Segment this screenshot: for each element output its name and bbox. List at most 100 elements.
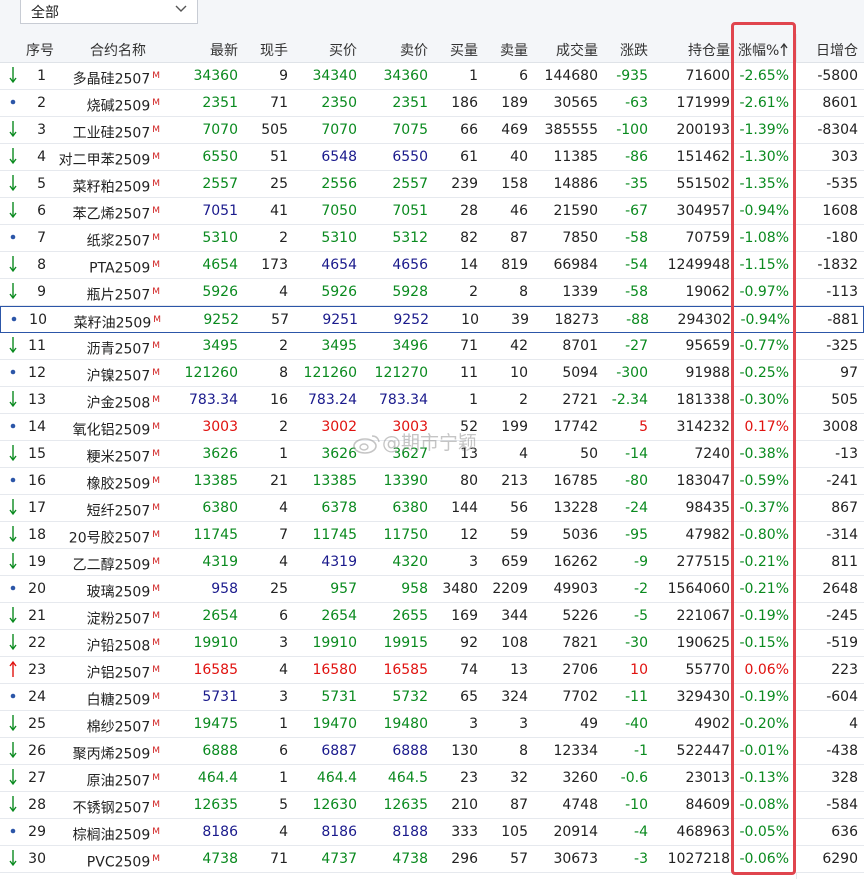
contract-name-text: 短纤2507 bbox=[86, 503, 151, 520]
ask-price: 13390 bbox=[383, 473, 428, 489]
ask-price: 2655 bbox=[392, 608, 428, 624]
ask-volume: 4 bbox=[519, 446, 528, 462]
table-row[interactable]: 10 菜籽油2509 M 9252 57 9251 9252 10 39 18273 -88 2943… bbox=[0, 306, 864, 333]
price-change: -300 bbox=[616, 365, 648, 381]
bid-volume: 66 bbox=[460, 122, 478, 138]
price-change: -24 bbox=[625, 500, 648, 516]
table-row[interactable]: 22 沪铅2508 M 19910 3 19910 19915 92 108 7821 -30 190… bbox=[0, 630, 864, 657]
header-pct[interactable]: 涨幅% bbox=[738, 40, 794, 60]
table-row[interactable]: 8 PTA2509 M 4654 173 4654 4656 14 819 66984 -54 124… bbox=[0, 252, 864, 279]
current-hand: 2 bbox=[279, 419, 288, 435]
last-price: 3626 bbox=[202, 446, 238, 462]
contract-name-text: 多晶硅2507 bbox=[72, 71, 151, 88]
oi-increase: -325 bbox=[826, 338, 858, 354]
current-hand: 71 bbox=[270, 851, 288, 867]
bid-volume: 144 bbox=[451, 500, 478, 516]
header-bid-vol[interactable]: 买量 bbox=[430, 40, 478, 60]
change-percent: -0.37% bbox=[739, 500, 789, 516]
bid-price: 2350 bbox=[321, 95, 357, 111]
contract-name: 纸浆2507 M bbox=[50, 229, 160, 251]
price-change: -4 bbox=[634, 824, 648, 840]
contract-name: 多晶硅2507 M bbox=[50, 67, 160, 89]
bid-price: 7070 bbox=[321, 122, 357, 138]
ask-volume: 46 bbox=[510, 203, 528, 219]
table-row[interactable]: 16 橡胶2509 M 13385 21 13385 13390 80 213 16785 -80 1… bbox=[0, 468, 864, 495]
table-row[interactable]: 21 淀粉2507 M 2654 6 2654 2655 169 344 5226 -5 221067… bbox=[0, 603, 864, 630]
table-row[interactable]: 3 工业硅2507 M 7070 505 7070 7075 66 469 385555 -100 2… bbox=[0, 117, 864, 144]
ask-volume: 10 bbox=[510, 365, 528, 381]
table-row[interactable]: 4 对二甲苯2509 M 6550 51 6548 6550 61 40 11385 -86 1514… bbox=[0, 144, 864, 171]
table-row[interactable]: 18 20号胶2507 M 11745 7 11745 11750 12 59 5036 -95 47… bbox=[0, 522, 864, 549]
table-row[interactable]: 19 乙二醇2509 M 4319 4 4319 4320 3 659 16262 -9 277515… bbox=[0, 549, 864, 576]
last-price: 3003 bbox=[202, 419, 238, 435]
row-seq: 4 bbox=[37, 149, 46, 165]
table-row[interactable]: 24 白糖2509 M 5731 3 5731 5732 65 324 7702 -11 329430… bbox=[0, 684, 864, 711]
toolbar: 全部 bbox=[0, 0, 864, 34]
main-contract-badge: M bbox=[152, 746, 160, 756]
header-oi-increase[interactable]: 日增仓 bbox=[798, 40, 858, 60]
category-filter-dropdown[interactable]: 全部 bbox=[20, 0, 198, 24]
last-price: 5731 bbox=[202, 689, 238, 705]
header-ask-vol[interactable]: 卖量 bbox=[480, 40, 528, 60]
price-change: -58 bbox=[625, 284, 648, 300]
contract-name: 聚丙烯2509 M bbox=[50, 742, 160, 764]
bid-volume: 82 bbox=[460, 230, 478, 246]
bid-volume: 52 bbox=[460, 419, 478, 435]
current-hand: 505 bbox=[261, 122, 288, 138]
table-row[interactable]: 17 短纤2507 M 6380 4 6378 6380 144 56 13228 -24 98435… bbox=[0, 495, 864, 522]
table-row[interactable]: 15 粳米2507 M 3626 1 3626 3627 13 4 50 -14 7240 -0.38%… bbox=[0, 441, 864, 468]
table-row[interactable]: 12 沪镍2507 M 121260 8 121260 121270 11 10 5094 -300… bbox=[0, 360, 864, 387]
table-row[interactable]: 27 原油2507 M 464.4 1 464.4 464.5 23 32 3260 -0.6 230… bbox=[0, 765, 864, 792]
contract-name-text: 沪铝2507 bbox=[86, 665, 151, 682]
contract-name: 棉纱2507 M bbox=[50, 715, 160, 737]
oi-increase: -13 bbox=[835, 446, 858, 462]
arrow-down-icon bbox=[6, 444, 20, 467]
header-volume[interactable]: 成交量 bbox=[530, 40, 598, 60]
table-row[interactable]: 25 棉纱2507 M 19475 1 19470 19480 3 3 49 -40 4902 -0.2… bbox=[0, 711, 864, 738]
table-row[interactable]: 30 PVC2509 M 4738 71 4737 4738 296 57 30673 -3 1027… bbox=[0, 846, 864, 873]
table-row[interactable]: 9 瓶片2507 M 5926 4 5926 5928 2 8 1339 -58 19062 -0.97… bbox=[0, 279, 864, 306]
header-name[interactable]: 合约名称 bbox=[50, 40, 146, 60]
last-price: 11745 bbox=[193, 527, 238, 543]
main-contract-badge: M bbox=[152, 98, 160, 108]
last-price: 12635 bbox=[193, 797, 238, 813]
bid-price: 6548 bbox=[321, 149, 357, 165]
header-last[interactable]: 最新 bbox=[168, 40, 238, 60]
table-row[interactable]: 23 沪铝2507 M 16585 4 16580 16585 74 13 2706 10 55770… bbox=[0, 657, 864, 684]
main-contract-badge: M bbox=[153, 315, 161, 325]
table-row[interactable]: 7 纸浆2507 M 5310 2 5310 5312 82 87 7850 -58 70759 -1.… bbox=[0, 225, 864, 252]
table-row[interactable]: 5 菜籽粕2509 M 2557 25 2556 2557 239 158 14886 -35 551… bbox=[0, 171, 864, 198]
table-row[interactable]: 14 氧化铝2509 M 3003 2 3002 3003 52 199 17742 5 314232… bbox=[0, 414, 864, 441]
volume: 1339 bbox=[562, 284, 598, 300]
row-seq: 29 bbox=[28, 824, 46, 840]
header-open-interest[interactable]: 持仓量 bbox=[650, 40, 730, 60]
table-row[interactable]: 28 不锈钢2507 M 12635 5 12630 12635 210 87 4748 -10 84… bbox=[0, 792, 864, 819]
header-ask[interactable]: 卖价 bbox=[360, 40, 428, 60]
last-price: 7070 bbox=[202, 122, 238, 138]
table-row[interactable]: 11 沥青2507 M 3495 2 3495 3496 71 42 8701 -27 95659 -0… bbox=[0, 333, 864, 360]
table-row[interactable]: 1 多晶硅2507 M 34360 9 34340 34360 1 6 144680 -935 716… bbox=[0, 63, 864, 90]
table-row[interactable]: 20 玻璃2509 M 958 25 957 958 3480 2209 49903 -2 15640… bbox=[0, 576, 864, 603]
ask-volume: 8 bbox=[519, 284, 528, 300]
table-row[interactable]: 29 棕榈油2509 M 8186 4 8186 8188 333 105 20914 -4 4689… bbox=[0, 819, 864, 846]
table-row[interactable]: 13 沪金2508 M 783.34 16 783.24 783.34 1 2 2721 -2.34… bbox=[0, 387, 864, 414]
header-change[interactable]: 涨跌 bbox=[600, 40, 648, 60]
contract-name-text: 氧化铝2509 bbox=[72, 422, 151, 439]
arrow-down-icon bbox=[6, 498, 20, 521]
main-contract-badge: M bbox=[152, 179, 160, 189]
header-bid[interactable]: 买价 bbox=[290, 40, 357, 60]
table-row[interactable]: 26 聚丙烯2509 M 6888 6 6887 6888 130 8 12334 -1 522447… bbox=[0, 738, 864, 765]
price-change: -2.34 bbox=[611, 392, 648, 408]
header-now[interactable]: 现手 bbox=[240, 40, 288, 60]
contract-name-text: 白糖2509 bbox=[86, 692, 151, 709]
open-interest: 95659 bbox=[685, 338, 730, 354]
volume: 2706 bbox=[562, 662, 598, 678]
change-percent: -1.30% bbox=[739, 149, 789, 165]
table-row[interactable]: 2 烧碱2509 M 2351 71 2350 2351 186 189 30565 -63 1719… bbox=[0, 90, 864, 117]
table-row[interactable]: 6 苯乙烯2507 M 7051 41 7050 7051 28 46 21590 -67 30495… bbox=[0, 198, 864, 225]
current-hand: 4 bbox=[279, 500, 288, 516]
current-hand: 8 bbox=[279, 365, 288, 381]
open-interest: 277515 bbox=[676, 554, 730, 570]
volume: 13228 bbox=[553, 500, 598, 516]
contract-name-text: 菜籽油2509 bbox=[73, 315, 152, 332]
